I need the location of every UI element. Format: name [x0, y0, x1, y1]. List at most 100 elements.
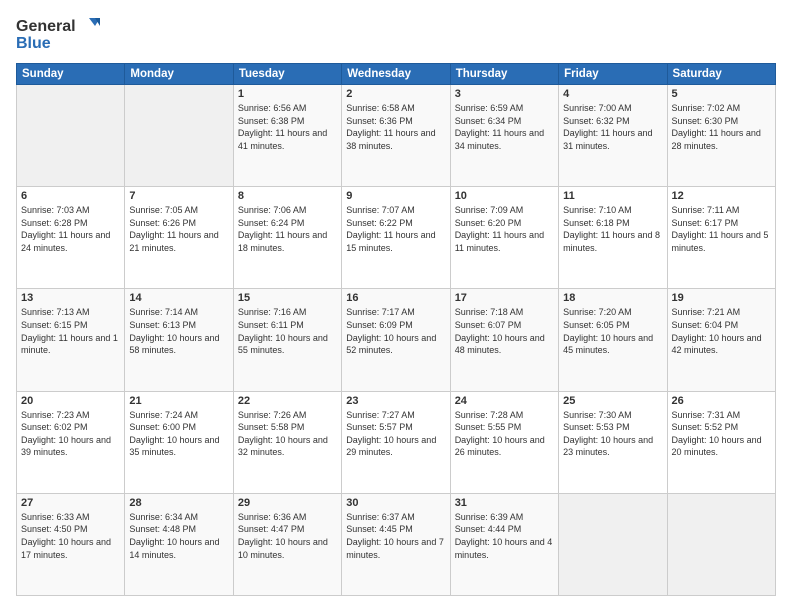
calendar-cell: 29 Sunrise: 6:36 AM Sunset: 4:47 PM Dayli…	[233, 493, 341, 595]
weekday-header-row: SundayMondayTuesdayWednesdayThursdayFrid…	[17, 64, 776, 85]
weekday-wednesday: Wednesday	[342, 64, 450, 85]
day-info: Sunrise: 7:14 AM Sunset: 6:13 PM Dayligh…	[129, 306, 228, 356]
calendar-cell: 21 Sunrise: 7:24 AM Sunset: 6:00 PM Dayli…	[125, 391, 233, 493]
page: General Blue SundayMondayTuesdayWednesda…	[0, 0, 792, 612]
day-number: 2	[346, 88, 445, 100]
day-info: Sunrise: 6:56 AM Sunset: 6:38 PM Dayligh…	[238, 102, 337, 152]
calendar-cell: 30 Sunrise: 6:37 AM Sunset: 4:45 PM Dayli…	[342, 493, 450, 595]
weekday-friday: Friday	[559, 64, 667, 85]
day-number: 9	[346, 190, 445, 202]
calendar-cell: 9 Sunrise: 7:07 AM Sunset: 6:22 PM Daylig…	[342, 187, 450, 289]
day-info: Sunrise: 7:27 AM Sunset: 5:57 PM Dayligh…	[346, 409, 445, 459]
day-info: Sunrise: 6:36 AM Sunset: 4:47 PM Dayligh…	[238, 511, 337, 561]
day-number: 18	[563, 292, 662, 304]
day-info: Sunrise: 7:03 AM Sunset: 6:28 PM Dayligh…	[21, 204, 120, 254]
calendar-cell	[667, 493, 775, 595]
calendar-cell: 2Sunrise: 6:58 AM Sunset: 6:36 PM Daylig…	[342, 85, 450, 187]
weekday-monday: Monday	[125, 64, 233, 85]
day-number: 6	[21, 190, 120, 202]
day-info: Sunrise: 7:24 AM Sunset: 6:00 PM Dayligh…	[129, 409, 228, 459]
day-info: Sunrise: 6:59 AM Sunset: 6:34 PM Dayligh…	[455, 102, 554, 152]
day-number: 13	[21, 292, 120, 304]
calendar-cell: 5Sunrise: 7:02 AM Sunset: 6:30 PM Daylig…	[667, 85, 775, 187]
day-info: Sunrise: 7:30 AM Sunset: 5:53 PM Dayligh…	[563, 409, 662, 459]
weekday-sunday: Sunday	[17, 64, 125, 85]
day-number: 15	[238, 292, 337, 304]
calendar-cell: 14 Sunrise: 7:14 AM Sunset: 6:13 PM Dayli…	[125, 289, 233, 391]
calendar-cell: 31 Sunrise: 6:39 AM Sunset: 4:44 PM Dayli…	[450, 493, 558, 595]
day-info: Sunrise: 6:37 AM Sunset: 4:45 PM Dayligh…	[346, 511, 445, 561]
logo-container: General Blue	[16, 16, 100, 53]
calendar-cell: 1Sunrise: 6:56 AM Sunset: 6:38 PM Daylig…	[233, 85, 341, 187]
day-info: Sunrise: 7:28 AM Sunset: 5:55 PM Dayligh…	[455, 409, 554, 459]
logo-general-text: General	[16, 18, 76, 36]
day-info: Sunrise: 6:39 AM Sunset: 4:44 PM Dayligh…	[455, 511, 554, 561]
day-number: 5	[672, 88, 771, 100]
day-number: 12	[672, 190, 771, 202]
day-number: 20	[21, 395, 120, 407]
day-info: Sunrise: 7:26 AM Sunset: 5:58 PM Dayligh…	[238, 409, 337, 459]
logo: General Blue	[16, 16, 100, 53]
week-row-1: 1Sunrise: 6:56 AM Sunset: 6:38 PM Daylig…	[17, 85, 776, 187]
day-info: Sunrise: 7:20 AM Sunset: 6:05 PM Dayligh…	[563, 306, 662, 356]
weekday-thursday: Thursday	[450, 64, 558, 85]
calendar-cell: 16Sunrise: 7:17 AM Sunset: 6:09 PM Dayli…	[342, 289, 450, 391]
calendar-cell: 28 Sunrise: 6:34 AM Sunset: 4:48 PM Dayli…	[125, 493, 233, 595]
calendar-cell: 6 Sunrise: 7:03 AM Sunset: 6:28 PM Daylig…	[17, 187, 125, 289]
calendar-cell: 7 Sunrise: 7:05 AM Sunset: 6:26 PM Daylig…	[125, 187, 233, 289]
day-number: 17	[455, 292, 554, 304]
day-number: 25	[563, 395, 662, 407]
calendar-cell: 23 Sunrise: 7:27 AM Sunset: 5:57 PM Dayli…	[342, 391, 450, 493]
logo-blue-text: Blue	[16, 35, 51, 53]
day-info: Sunrise: 7:06 AM Sunset: 6:24 PM Dayligh…	[238, 204, 337, 254]
day-info: Sunrise: 7:11 AM Sunset: 6:17 PM Dayligh…	[672, 204, 771, 254]
day-number: 24	[455, 395, 554, 407]
day-number: 16	[346, 292, 445, 304]
day-info: Sunrise: 6:33 AM Sunset: 4:50 PM Dayligh…	[21, 511, 120, 561]
day-info: Sunrise: 7:07 AM Sunset: 6:22 PM Dayligh…	[346, 204, 445, 254]
day-number: 8	[238, 190, 337, 202]
day-number: 30	[346, 497, 445, 509]
day-number: 10	[455, 190, 554, 202]
calendar-cell: 18 Sunrise: 7:20 AM Sunset: 6:05 PM Dayli…	[559, 289, 667, 391]
day-number: 19	[672, 292, 771, 304]
calendar-cell	[559, 493, 667, 595]
calendar-cell: 12 Sunrise: 7:11 AM Sunset: 6:17 PM Dayli…	[667, 187, 775, 289]
day-number: 3	[455, 88, 554, 100]
calendar-cell: 27 Sunrise: 6:33 AM Sunset: 4:50 PM Dayli…	[17, 493, 125, 595]
week-row-3: 13Sunrise: 7:13 AM Sunset: 6:15 PM Dayli…	[17, 289, 776, 391]
day-number: 4	[563, 88, 662, 100]
calendar-table: SundayMondayTuesdayWednesdayThursdayFrid…	[16, 63, 776, 596]
calendar-cell: 24 Sunrise: 7:28 AM Sunset: 5:55 PM Dayli…	[450, 391, 558, 493]
day-number: 26	[672, 395, 771, 407]
week-row-4: 20Sunrise: 7:23 AM Sunset: 6:02 PM Dayli…	[17, 391, 776, 493]
week-row-5: 27 Sunrise: 6:33 AM Sunset: 4:50 PM Dayli…	[17, 493, 776, 595]
day-number: 21	[129, 395, 228, 407]
calendar-cell	[17, 85, 125, 187]
day-number: 22	[238, 395, 337, 407]
day-number: 7	[129, 190, 228, 202]
day-info: Sunrise: 6:34 AM Sunset: 4:48 PM Dayligh…	[129, 511, 228, 561]
day-info: Sunrise: 7:16 AM Sunset: 6:11 PM Dayligh…	[238, 306, 337, 356]
day-number: 14	[129, 292, 228, 304]
day-info: Sunrise: 7:21 AM Sunset: 6:04 PM Dayligh…	[672, 306, 771, 356]
logo-bird-icon	[78, 16, 100, 38]
weekday-tuesday: Tuesday	[233, 64, 341, 85]
day-info: Sunrise: 7:05 AM Sunset: 6:26 PM Dayligh…	[129, 204, 228, 254]
calendar-cell: 3 Sunrise: 6:59 AM Sunset: 6:34 PM Daylig…	[450, 85, 558, 187]
day-number: 27	[21, 497, 120, 509]
calendar-cell: 25 Sunrise: 7:30 AM Sunset: 5:53 PM Dayli…	[559, 391, 667, 493]
day-number: 11	[563, 190, 662, 202]
header: General Blue	[16, 16, 776, 53]
calendar-cell: 19 Sunrise: 7:21 AM Sunset: 6:04 PM Dayli…	[667, 289, 775, 391]
calendar-cell: 10Sunrise: 7:09 AM Sunset: 6:20 PM Dayli…	[450, 187, 558, 289]
calendar-cell: 17Sunrise: 7:18 AM Sunset: 6:07 PM Dayli…	[450, 289, 558, 391]
day-number: 28	[129, 497, 228, 509]
calendar-cell: 4Sunrise: 7:00 AM Sunset: 6:32 PM Daylig…	[559, 85, 667, 187]
day-number: 31	[455, 497, 554, 509]
calendar-cell: 15 Sunrise: 7:16 AM Sunset: 6:11 PM Dayli…	[233, 289, 341, 391]
day-number: 29	[238, 497, 337, 509]
calendar-cell: 11Sunrise: 7:10 AM Sunset: 6:18 PM Dayli…	[559, 187, 667, 289]
day-info: Sunrise: 7:31 AM Sunset: 5:52 PM Dayligh…	[672, 409, 771, 459]
day-number: 23	[346, 395, 445, 407]
